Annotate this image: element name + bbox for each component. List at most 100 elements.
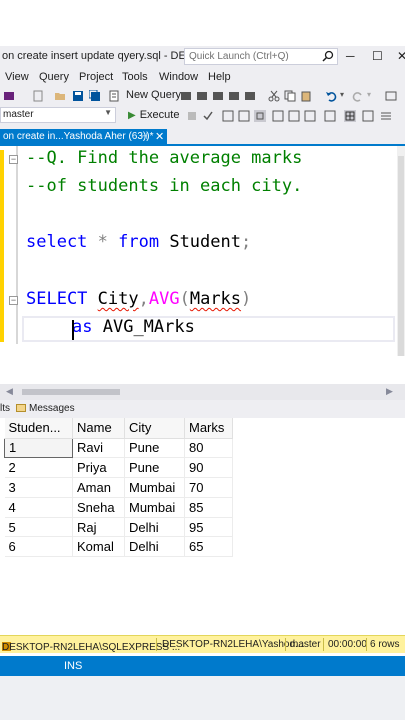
menu-view[interactable]: View <box>5 71 29 83</box>
table-cell[interactable]: 4 <box>4 497 73 518</box>
save-all-icon[interactable] <box>89 90 101 102</box>
tab-results[interactable]: lts <box>0 403 10 414</box>
table-cell[interactable]: Ravi <box>72 438 125 459</box>
redo-dropdown-icon[interactable]: ▾ <box>367 90 371 99</box>
results-grid-icon[interactable] <box>324 110 336 122</box>
editor-horizontal-scrollbar[interactable]: ◀ ▶ <box>0 384 405 400</box>
table-cell[interactable]: 80 <box>184 438 233 459</box>
table-cell[interactable]: 65 <box>184 536 233 558</box>
scroll-right-icon[interactable]: ▶ <box>386 386 393 397</box>
include-plan-icon[interactable] <box>254 110 266 122</box>
mdx-query-icon[interactable] <box>196 90 208 102</box>
tab-query-document[interactable]: on create in...Yashoda Aher (63))* ⊣ ✕ <box>0 129 167 146</box>
dax-query-icon[interactable] <box>228 90 240 102</box>
table-cell[interactable]: Delhi <box>124 517 185 538</box>
outline-margin <box>16 146 18 344</box>
insert-mode-indicator: INS <box>64 660 83 672</box>
parse-icon[interactable] <box>202 110 214 122</box>
column-header-name[interactable]: Name <box>72 418 125 439</box>
user-status: DESKTOP-RN2LEHA\Yashod... <box>162 639 304 650</box>
elapsed-time: 00:00:00 <box>328 639 367 650</box>
execute-button[interactable]: ▶ Execute <box>128 109 179 121</box>
horizontal-scroll-thumb[interactable] <box>22 389 120 395</box>
comment-out-icon[interactable] <box>380 110 392 122</box>
query-designer-icon[interactable] <box>238 110 250 122</box>
cancel-query-icon[interactable] <box>186 110 198 122</box>
table-cell[interactable]: 85 <box>184 497 233 518</box>
open-file-icon[interactable] <box>54 90 66 102</box>
back-icon[interactable] <box>3 90 15 102</box>
code-line-3: select * from Student; <box>26 232 252 252</box>
cut-icon[interactable] <box>268 90 280 102</box>
column-header-city[interactable]: City <box>124 418 185 439</box>
tab-messages[interactable]: Messages <box>16 403 75 414</box>
table-cell[interactable]: 3 <box>4 477 73 498</box>
menu-help[interactable]: Help <box>208 71 231 83</box>
editor-vertical-scrollbar[interactable] <box>397 146 405 356</box>
close-tab-icon[interactable]: ✕ <box>155 130 164 143</box>
table-cell[interactable]: 2 <box>4 457 73 479</box>
table-cell[interactable]: 95 <box>184 517 233 538</box>
client-stats-icon[interactable] <box>288 110 300 122</box>
scroll-thumb[interactable] <box>398 156 404 356</box>
search-icon[interactable] <box>322 50 334 62</box>
new-query-button[interactable]: New Query <box>126 89 181 101</box>
xmla-query-icon[interactable] <box>212 90 224 102</box>
save-icon[interactable] <box>72 90 84 102</box>
collapse-comment-icon[interactable]: − <box>9 155 18 164</box>
table-cell[interactable]: Raj <box>72 517 125 538</box>
table-cell[interactable]: Mumbai <box>124 477 185 498</box>
query-editor[interactable]: − − --Q. Find the average marks --of stu… <box>0 146 405 384</box>
new-query-icon[interactable] <box>108 90 120 102</box>
close-window-button[interactable]: ✕ <box>397 49 405 63</box>
undo-dropdown-icon[interactable]: ▾ <box>340 90 344 99</box>
table-cell[interactable]: Komal <box>72 536 125 558</box>
menu-tools[interactable]: Tools <box>122 71 148 83</box>
quick-launch-placeholder: Quick Launch (Ctrl+Q) <box>189 51 289 62</box>
table-cell[interactable]: Sneha <box>72 497 125 518</box>
quick-launch-input[interactable]: Quick Launch (Ctrl+Q) <box>184 48 338 65</box>
undo-icon[interactable] <box>325 90 337 102</box>
menu-bar: View Query Project Tools Window Help <box>0 68 405 86</box>
results-grid-selected-icon[interactable] <box>344 110 356 122</box>
maximize-button[interactable]: ☐ <box>372 49 383 63</box>
navigate-icon[interactable] <box>385 90 397 102</box>
results-file-icon[interactable] <box>362 110 374 122</box>
paste-icon[interactable] <box>300 90 312 102</box>
table-cell[interactable]: Priya <box>72 457 125 479</box>
column-header-marks[interactable]: Marks <box>184 418 233 439</box>
table-cell[interactable]: Aman <box>72 477 125 498</box>
column-header-studentid[interactable]: Studen... <box>4 418 73 439</box>
table-cell[interactable]: 6 <box>4 536 73 558</box>
live-stats-icon[interactable] <box>272 110 284 122</box>
dmx-query-icon[interactable] <box>180 90 192 102</box>
table-cell[interactable]: 1 <box>4 437 73 459</box>
table-cell[interactable]: 90 <box>184 457 233 479</box>
results-text-icon[interactable] <box>304 110 316 122</box>
collapse-select-icon[interactable]: − <box>9 296 18 305</box>
new-project-icon[interactable] <box>32 90 44 102</box>
results-tabs: lts Messages <box>0 400 405 418</box>
tab-label: on create in...Yashoda Aher (63))* <box>3 131 154 142</box>
menu-query[interactable]: Query <box>39 71 69 83</box>
table-cell[interactable]: 5 <box>4 517 73 538</box>
taskbar-area <box>0 676 405 720</box>
copy-icon[interactable] <box>284 90 296 102</box>
table-cell[interactable]: 70 <box>184 477 233 498</box>
table-cell[interactable]: Delhi <box>124 536 185 558</box>
redo-icon[interactable] <box>352 90 364 102</box>
code-line-2: --of students in each city. <box>26 176 303 196</box>
sql-query-icon[interactable] <box>244 90 256 102</box>
scroll-left-icon[interactable]: ◀ <box>6 386 13 397</box>
message-icon <box>16 404 26 413</box>
table-cell[interactable]: Pune <box>124 438 185 459</box>
pin-icon[interactable]: ⊣ <box>140 131 148 142</box>
table-cell[interactable]: Pune <box>124 457 185 479</box>
minimize-button[interactable]: ─ <box>346 49 355 63</box>
database-select[interactable]: master ▼ <box>0 107 116 123</box>
table-row: 2 Priya Pune 90 <box>4 457 233 479</box>
table-cell[interactable]: Mumbai <box>124 497 185 518</box>
menu-window[interactable]: Window <box>159 71 198 83</box>
display-plan-icon[interactable] <box>222 110 234 122</box>
menu-project[interactable]: Project <box>79 71 113 83</box>
